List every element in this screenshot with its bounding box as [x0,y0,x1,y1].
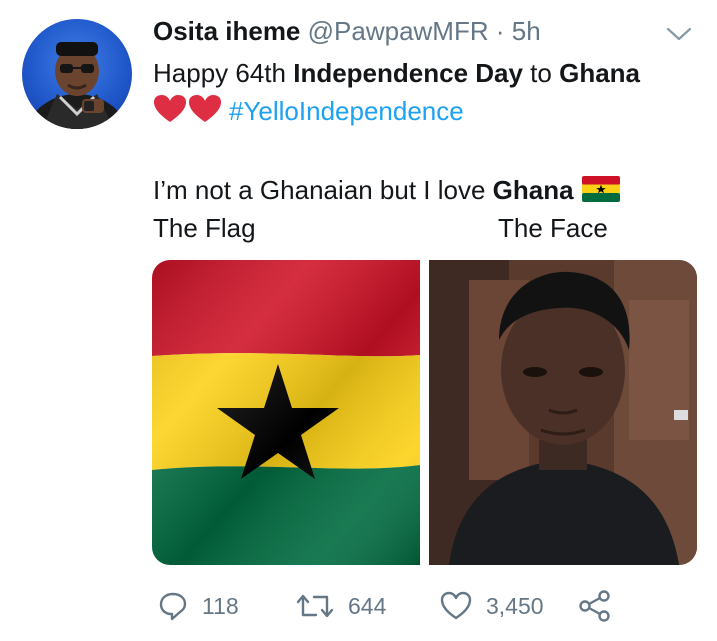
text-segment: Happy 64th [153,58,294,88]
tweet-media [152,260,697,565]
text-bold-ghana: Ghana [559,58,641,88]
tweet-time[interactable]: 5h [512,16,541,46]
like-count: 3,450 [486,592,544,619]
hashtag-link[interactable]: #YelloIndependence [229,96,464,126]
retweet-icon [296,594,334,618]
author-handle[interactable]: @PawpawMFR [308,16,489,46]
ghana-flag-emoji [581,176,620,202]
text-segment: to [522,58,560,88]
reply-icon [159,592,187,621]
retweet-button[interactable]: 644 [296,588,386,624]
tweet-text-line-3: I’m not a Ghanaian but I love Ghana [153,173,620,207]
tweet-text-line-1: Happy 64th Independence Day to Ghana [153,56,640,90]
tweet-header: Osita iheme @PawpawMFR · 5h [153,16,693,50]
text-bold-independence-day: Independence Day [293,58,523,88]
share-icon [579,590,610,622]
caption-left: The Flag [153,213,256,243]
tweet-actions: 118 644 3,450 [158,588,628,624]
share-button[interactable] [578,588,626,624]
text-segment: I’m not a Ghanaian but I love [153,175,493,205]
red-heart-emoji [153,94,223,132]
portrait-photo[interactable] [429,260,697,565]
tweet-text-line-2: #YelloIndependence [153,94,464,132]
like-button[interactable]: 3,450 [440,588,544,624]
author-name[interactable]: Osita iheme [153,16,300,46]
chevron-down-icon[interactable] [665,24,693,44]
text-bold-ghana-2: Ghana [492,175,574,205]
avatar[interactable] [22,19,132,129]
caption-right: The Face [498,213,608,243]
retweet-count: 644 [348,592,387,619]
reply-button[interactable]: 118 [158,588,239,624]
reply-count: 118 [202,592,239,619]
like-icon [440,591,472,620]
ghana-flag-image[interactable] [152,260,420,565]
separator-dot: · [495,16,505,46]
